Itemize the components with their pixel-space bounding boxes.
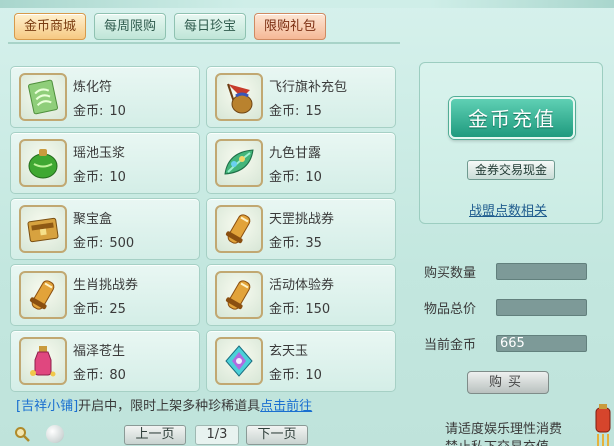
item-card[interactable]: 玄天玉 金币: 10 (206, 330, 396, 392)
tab-divider (8, 42, 400, 44)
item-price: 金币: 10 (73, 100, 126, 119)
advice-line-1: 请适度娱乐理性消费 (445, 422, 563, 437)
nine-color-leaf-icon (215, 139, 263, 187)
currency-label: 金币: (73, 302, 104, 317)
item-card[interactable]: 天罡挑战券 金币: 35 (206, 198, 396, 260)
price-value: 80 (109, 368, 126, 383)
item-price: 金币: 500 (73, 232, 134, 251)
notice-shop-name: [吉祥小铺] (16, 399, 79, 414)
page-indicator: 1/3 (195, 425, 239, 445)
event-scroll-icon (215, 271, 263, 319)
flag-pouch-icon (215, 73, 263, 121)
qty-field[interactable] (496, 263, 587, 280)
currency-label: 金币: (269, 170, 300, 185)
currency-label: 金币: (73, 236, 104, 251)
voucher-exchange-button[interactable]: 金券交易现金 (467, 160, 555, 180)
notice-text: 开启中，限时上架多种珍稀道具 (78, 399, 261, 414)
item-card[interactable]: 九色甘露 金币: 10 (206, 132, 396, 194)
item-price: 金币: 80 (73, 364, 126, 383)
item-price: 金币: 10 (269, 166, 322, 185)
currency-label: 金币: (269, 236, 300, 251)
currency-label: 金币: (73, 170, 104, 185)
scroll-talisman-icon (19, 73, 67, 121)
item-name: 飞行旗补充包 (269, 80, 348, 95)
price-value: 10 (109, 104, 126, 119)
item-card[interactable]: 炼化符 金币: 10 (10, 66, 200, 128)
item-price: 金币: 35 (269, 232, 322, 251)
price-value: 500 (109, 236, 135, 251)
price-value: 10 (305, 170, 322, 185)
league-points-link[interactable]: 战盟点数相关 (469, 200, 547, 219)
item-card[interactable]: 聚宝盒 金币: 500 (10, 198, 200, 260)
item-card[interactable]: 飞行旗补充包 金币: 15 (206, 66, 396, 128)
zodiac-scroll-icon (19, 271, 67, 319)
item-name: 天罡挑战券 (269, 212, 335, 227)
item-price: 金币: 150 (269, 298, 330, 317)
currency-label: 金币: (269, 104, 300, 119)
tab-gold-shop[interactable]: 金币商城 (14, 13, 87, 40)
buy-button[interactable]: 购买 (467, 371, 549, 394)
currency-label: 金币: (269, 302, 300, 317)
price-value: 150 (305, 302, 331, 317)
notice-go-link[interactable]: 点击前往 (260, 399, 312, 414)
advice-line-2: 禁止私下交易充值 (445, 436, 549, 446)
price-value: 35 (305, 236, 322, 251)
prev-page-button[interactable]: 上一页 (124, 425, 186, 445)
qty-label: 购买数量 (424, 266, 477, 281)
item-card[interactable]: 活动体验券 金币: 150 (206, 264, 396, 326)
currency-label: 金币: (73, 104, 104, 119)
item-name: 炼化符 (73, 80, 113, 95)
price-value: 25 (109, 302, 126, 317)
item-price: 金币: 25 (73, 298, 126, 317)
item-name: 生肖挑战券 (73, 278, 139, 293)
item-name: 瑶池玉浆 (73, 146, 126, 161)
shop-notice: [吉祥小铺]开启中，限时上架多种珍稀道具点击前往 (16, 395, 312, 414)
price-value: 10 (305, 368, 322, 383)
item-card[interactable]: 瑶池玉浆 金币: 10 (10, 132, 200, 194)
item-price: 金币: 10 (269, 364, 322, 383)
next-page-button[interactable]: 下一页 (246, 425, 308, 445)
item-name: 玄天玉 (269, 344, 309, 359)
price-value: 15 (305, 104, 322, 119)
tab-bar: 金币商城 每周限购 每日珍宝 限购礼包 (14, 13, 327, 41)
tab-limited-pack[interactable]: 限购礼包 (254, 13, 327, 40)
price-value: 10 (109, 170, 126, 185)
gold-recharge-button[interactable]: 金币充值 (449, 97, 575, 139)
currency-label: 金币: (73, 368, 104, 383)
item-grid: 炼化符 金币: 10 飞行旗补充包 金币: 15 瑶池玉浆 金币: 10 九色甘露 金… (10, 66, 396, 392)
total-field (496, 299, 587, 316)
total-label: 物品总价 (424, 302, 477, 317)
tab-daily-treasure[interactable]: 每日珍宝 (174, 13, 247, 40)
top-strip (0, 0, 614, 8)
gold-label: 当前金币 (424, 338, 477, 353)
item-name: 九色甘露 (269, 146, 322, 161)
mystic-jade-icon (215, 337, 263, 385)
item-name: 聚宝盒 (73, 212, 113, 227)
item-card[interactable]: 福泽苍生 金币: 80 (10, 330, 200, 392)
treasure-box-icon (19, 205, 67, 253)
lantern-icon (595, 404, 611, 446)
tab-weekly-limit[interactable]: 每周限购 (94, 13, 167, 40)
item-name: 活动体验券 (269, 278, 335, 293)
currency-label: 金币: (269, 368, 300, 383)
item-price: 金币: 15 (269, 100, 322, 119)
challenge-scroll-icon (215, 205, 263, 253)
item-price: 金币: 10 (73, 166, 126, 185)
item-card[interactable]: 生肖挑战券 金币: 25 (10, 264, 200, 326)
blessing-bottle-icon (19, 337, 67, 385)
jade-potion-gourd-icon (19, 139, 67, 187)
gold-field: 665 (496, 335, 587, 352)
item-name: 福泽苍生 (73, 344, 126, 359)
